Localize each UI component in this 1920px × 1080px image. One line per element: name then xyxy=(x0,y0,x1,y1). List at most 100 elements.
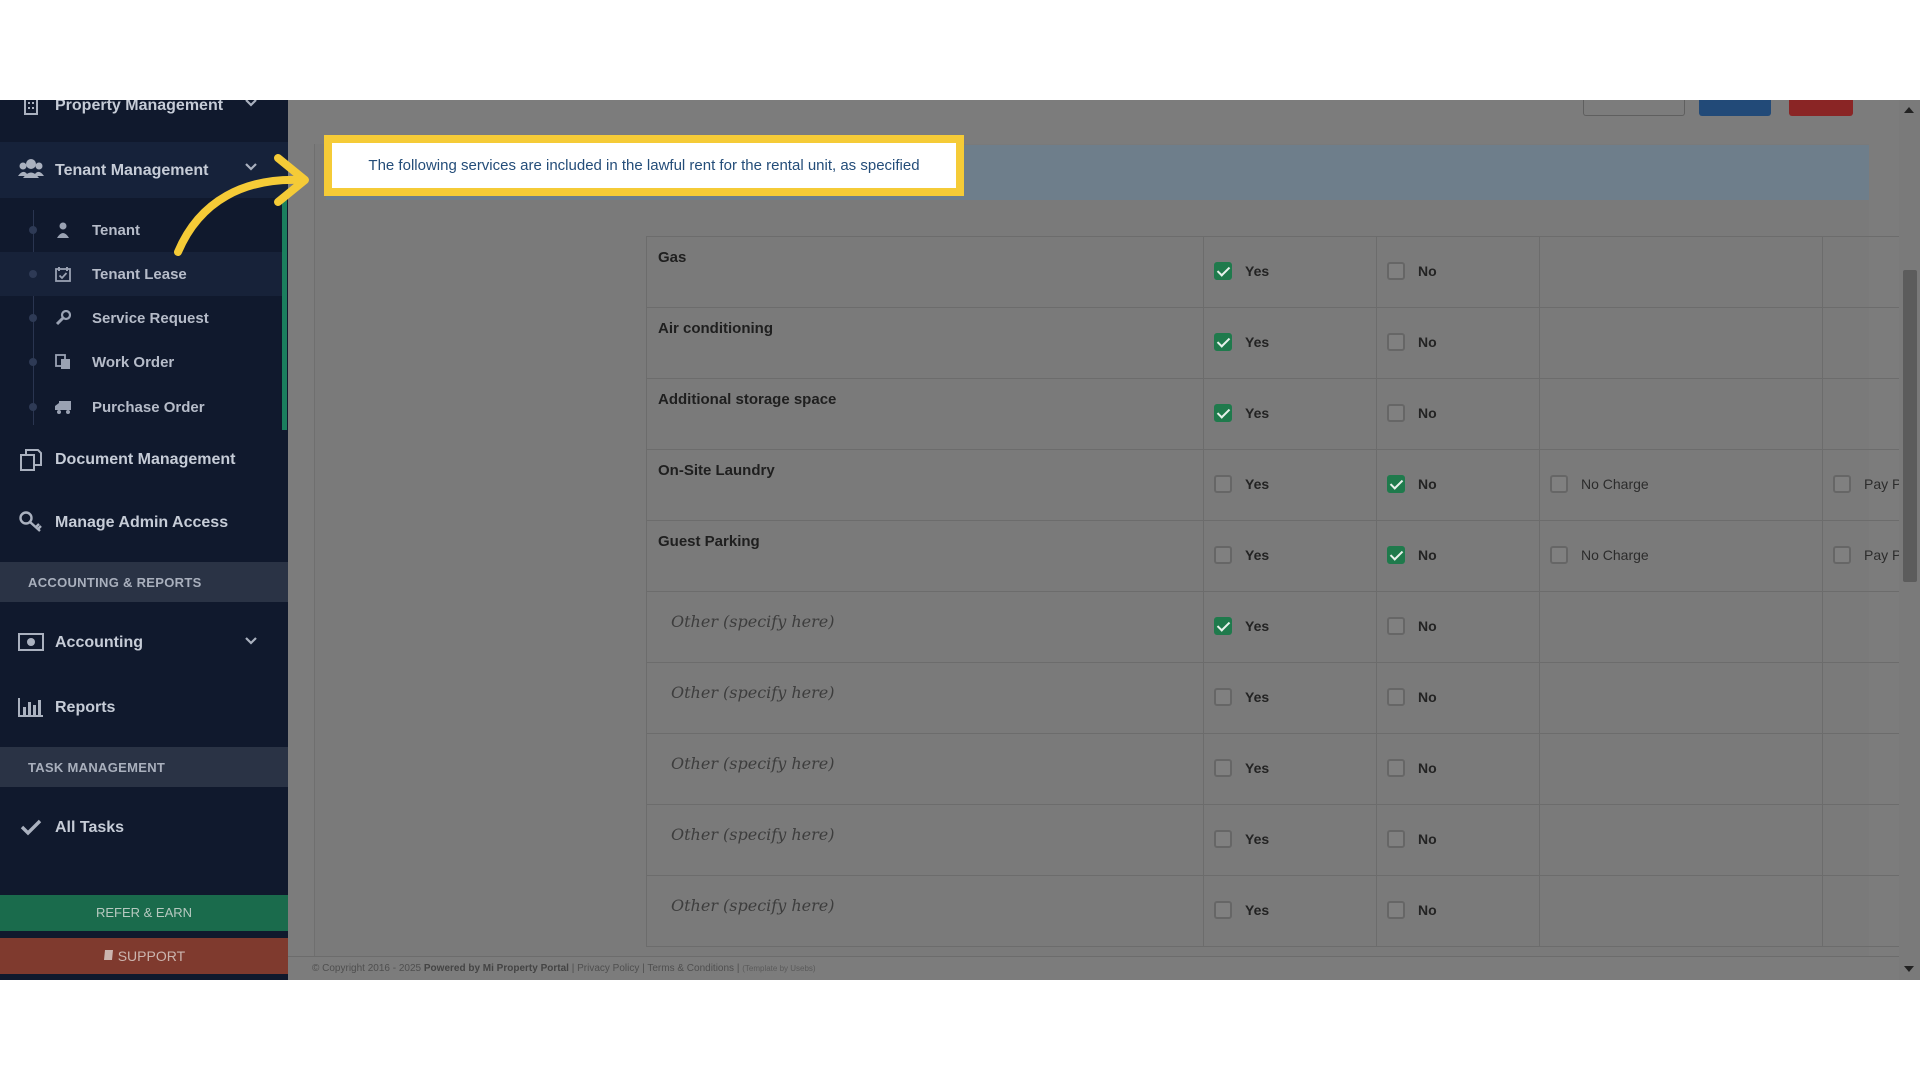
yes-option[interactable]: Yes xyxy=(1214,333,1269,351)
yes-checkbox[interactable] xyxy=(1214,688,1232,706)
no-charge-option[interactable]: No Charge xyxy=(1550,546,1649,564)
no-option[interactable]: No xyxy=(1387,404,1437,422)
service-name-cell: Additional storage space xyxy=(646,378,1204,450)
no-option[interactable]: No xyxy=(1387,333,1437,351)
documents-icon xyxy=(18,448,44,472)
sidebar-item-property-management[interactable]: Property Management xyxy=(0,100,288,116)
book-icon xyxy=(103,948,118,964)
privacy-policy-link[interactable]: Privacy Policy xyxy=(577,963,639,974)
no-charge-option[interactable]: No Charge xyxy=(1550,475,1649,493)
no-checkbox[interactable] xyxy=(1387,688,1405,706)
no-checkbox[interactable] xyxy=(1387,262,1405,280)
sidebar-subitem-label: Purchase Order xyxy=(92,398,205,416)
sidebar-item-accounting[interactable]: Accounting xyxy=(0,618,288,668)
yes-option[interactable]: Yes xyxy=(1214,830,1269,848)
service-name-cell[interactable]: Other (specify here) xyxy=(646,804,1204,876)
no-option[interactable]: No xyxy=(1387,617,1437,635)
scroll-up-arrow-icon[interactable] xyxy=(1904,107,1914,113)
service-name-cell[interactable]: Other (specify here) xyxy=(646,733,1204,805)
scrollbar-thumb[interactable] xyxy=(1903,270,1917,582)
no-cell: No xyxy=(1376,236,1540,308)
no-checkbox[interactable] xyxy=(1387,475,1405,493)
yes-checkbox[interactable] xyxy=(1214,759,1232,777)
sidebar-item-document-management[interactable]: Document Management xyxy=(0,435,288,485)
no-charge-cell: No Charge xyxy=(1539,520,1823,592)
user-icon xyxy=(54,221,72,239)
service-name-cell[interactable]: Other (specify here) xyxy=(646,662,1204,734)
no-option[interactable]: No xyxy=(1387,830,1437,848)
primary-action-button[interactable] xyxy=(1699,100,1771,116)
yes-option[interactable]: Yes xyxy=(1214,404,1269,422)
yes-checkbox[interactable] xyxy=(1214,901,1232,919)
yes-option[interactable]: Yes xyxy=(1214,546,1269,564)
sidebar-item-all-tasks[interactable]: All Tasks xyxy=(0,803,288,853)
no-checkbox[interactable] xyxy=(1387,901,1405,919)
scroll-down-arrow-icon[interactable] xyxy=(1904,966,1914,972)
service-name: Air conditioning xyxy=(658,320,773,337)
other-service-input[interactable]: Other (specify here) xyxy=(671,825,834,844)
yes-checkbox[interactable] xyxy=(1214,333,1232,351)
no-cell: No xyxy=(1376,520,1540,592)
no-option[interactable]: No xyxy=(1387,759,1437,777)
secondary-action-button[interactable] xyxy=(1583,100,1685,116)
other-service-input[interactable]: Other (specify here) xyxy=(671,754,834,773)
no-option[interactable]: No xyxy=(1387,688,1437,706)
support-button[interactable]: SUPPORT xyxy=(0,938,288,974)
pay-per-use-checkbox[interactable] xyxy=(1833,475,1851,493)
no-checkbox[interactable] xyxy=(1387,830,1405,848)
sidebar-subitem-label: Tenant xyxy=(92,221,141,239)
other-service-input[interactable]: Other (specify here) xyxy=(671,896,834,915)
other-service-input[interactable]: Other (specify here) xyxy=(671,612,834,631)
submenu-dot xyxy=(29,314,37,322)
yes-checkbox[interactable] xyxy=(1214,830,1232,848)
yes-checkbox[interactable] xyxy=(1214,404,1232,422)
yes-option[interactable]: Yes xyxy=(1214,475,1269,493)
danger-action-button[interactable] xyxy=(1789,100,1853,116)
sidebar-subitem-work-order[interactable]: Work Order xyxy=(0,340,282,384)
no-charge-checkbox[interactable] xyxy=(1550,546,1568,564)
refer-and-earn-button[interactable]: REFER & EARN xyxy=(0,895,288,931)
yes-label: Yes xyxy=(1245,831,1270,847)
no-option[interactable]: No xyxy=(1387,262,1437,280)
yes-option[interactable]: Yes xyxy=(1214,688,1269,706)
sidebar-subitem-label: Tenant Lease xyxy=(92,265,187,283)
no-checkbox[interactable] xyxy=(1387,333,1405,351)
page-scrollbar[interactable] xyxy=(1899,100,1920,980)
pay-per-use-checkbox[interactable] xyxy=(1833,546,1851,564)
sidebar-item-label: All Tasks xyxy=(55,819,125,836)
sidebar-subitem-purchase-order[interactable]: Purchase Order xyxy=(0,385,282,429)
yes-option[interactable]: Yes xyxy=(1214,901,1269,919)
sidebar-subitem-service-request[interactable]: Service Request xyxy=(0,296,282,340)
service-name-cell[interactable]: Other (specify here) xyxy=(646,875,1204,947)
section-header-tasks: TASK MANAGEMENT xyxy=(0,747,288,787)
highlighted-section-heading: The following services are included in t… xyxy=(324,135,964,196)
yes-label: Yes xyxy=(1245,760,1270,776)
copy-icon xyxy=(54,353,72,371)
no-option[interactable]: No xyxy=(1387,475,1437,493)
yes-checkbox[interactable] xyxy=(1214,262,1232,280)
no-label: No xyxy=(1418,547,1437,563)
no-checkbox[interactable] xyxy=(1387,759,1405,777)
yes-checkbox[interactable] xyxy=(1214,475,1232,493)
yes-option[interactable]: Yes xyxy=(1214,262,1269,280)
no-checkbox[interactable] xyxy=(1387,617,1405,635)
no-option[interactable]: No xyxy=(1387,546,1437,564)
no-checkbox[interactable] xyxy=(1387,404,1405,422)
yes-checkbox[interactable] xyxy=(1214,546,1232,564)
submenu-dot xyxy=(29,270,37,278)
no-charge-checkbox[interactable] xyxy=(1550,475,1568,493)
sidebar-item-reports[interactable]: Reports xyxy=(0,683,288,733)
yes-checkbox[interactable] xyxy=(1214,617,1232,635)
no-option[interactable]: No xyxy=(1387,901,1437,919)
service-name-cell[interactable]: Other (specify here) xyxy=(646,591,1204,663)
yes-option[interactable]: Yes xyxy=(1214,617,1269,635)
table-row: Other (specify here) Yes No xyxy=(646,591,1920,663)
service-name: On-Site Laundry xyxy=(658,462,775,479)
yes-option[interactable]: Yes xyxy=(1214,759,1269,777)
terms-link[interactable]: Terms & Conditions xyxy=(647,963,734,974)
no-checkbox[interactable] xyxy=(1387,546,1405,564)
services-table: Gas Yes No Air conditioning Yes No Additional … xyxy=(646,236,1920,947)
other-service-input[interactable]: Other (specify here) xyxy=(671,683,834,702)
yes-label: Yes xyxy=(1245,263,1270,279)
sidebar-item-manage-admin-access[interactable]: Manage Admin Access xyxy=(0,498,288,548)
